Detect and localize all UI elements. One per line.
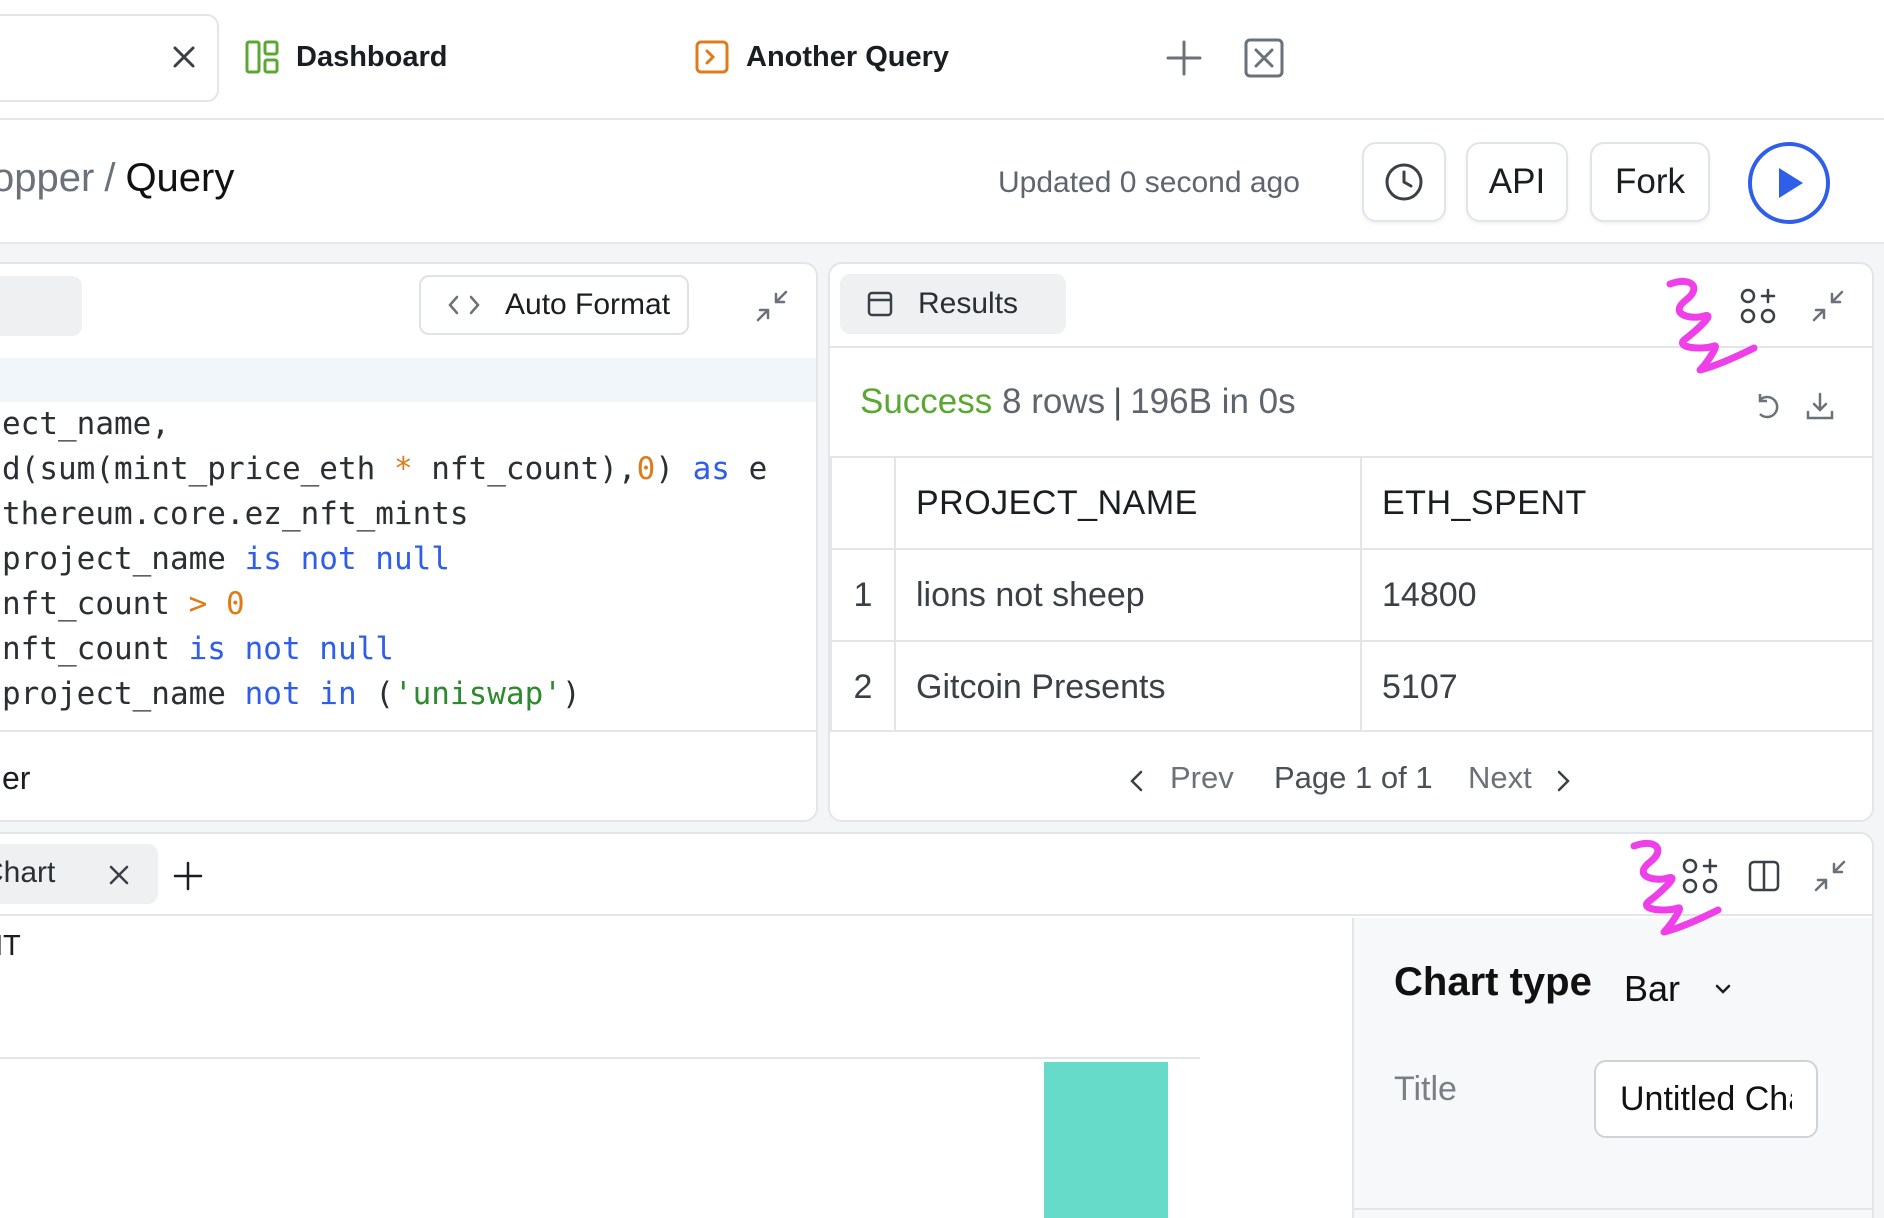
tab-bar: Dashboard Another Query xyxy=(0,0,1884,120)
table-cell[interactable]: 14800 xyxy=(1360,548,1872,642)
chart-area: NT xyxy=(0,918,1352,1218)
download-icon[interactable] xyxy=(1804,390,1836,422)
row-index: 2 xyxy=(830,640,896,734)
column-header[interactable]: ETH_SPENT xyxy=(1360,456,1872,550)
tab-current-query[interactable] xyxy=(0,14,219,102)
page-indicator: Page 1 of 1 xyxy=(1274,760,1433,795)
chart-title-input[interactable] xyxy=(1594,1060,1818,1138)
chevron-down-icon[interactable] xyxy=(1712,978,1734,1000)
results-table: PROJECT_NAME ETH_SPENT 1 lions not sheep… xyxy=(830,456,1872,734)
editor-tab[interactable] xyxy=(0,276,82,336)
code-line: project_name not in ('uniswap') xyxy=(2,676,581,712)
chart-y-label: NT xyxy=(0,930,21,962)
chart-tab-label: Chart xyxy=(0,856,56,889)
column-header[interactable]: PROJECT_NAME xyxy=(894,456,1362,550)
refresh-icon[interactable] xyxy=(1752,390,1784,422)
chevron-right-icon[interactable] xyxy=(1552,768,1574,794)
next-button[interactable]: Next xyxy=(1468,760,1532,796)
results-tab[interactable]: Results xyxy=(840,274,1066,334)
auto-format-label: Auto Format xyxy=(505,288,671,321)
status-rows: 8 rows xyxy=(1002,382,1106,421)
results-tab-label: Results xyxy=(918,287,1019,320)
annotation-squiggle xyxy=(1666,277,1758,374)
status-size: 196B in 0s xyxy=(1130,382,1296,421)
prev-button[interactable]: Prev xyxy=(1170,760,1234,796)
editor-footer-text: er xyxy=(2,760,31,796)
table-cell[interactable]: Gitcoin Presents xyxy=(894,640,1362,734)
chart-config-panel: Chart type Bar Title xyxy=(1352,918,1872,1218)
close-icon[interactable] xyxy=(169,42,199,72)
chevron-left-icon[interactable] xyxy=(1126,768,1148,794)
table-cell[interactable]: lions not sheep xyxy=(894,548,1362,642)
status-success: Success xyxy=(860,382,993,421)
auto-format-button[interactable]: Auto Format xyxy=(419,275,689,335)
code-line: project_name is not null xyxy=(2,541,450,577)
dashboard-icon xyxy=(245,40,279,74)
collapse-icon[interactable] xyxy=(1810,856,1850,896)
bar-chart xyxy=(0,1057,1200,1218)
table-icon xyxy=(867,291,893,317)
chart-title-label: Title xyxy=(1394,1070,1457,1108)
query-status: Success 8 rows | 196B in 0s xyxy=(860,382,1296,422)
split-view-icon[interactable] xyxy=(1744,856,1784,896)
chart-type-select[interactable]: Bar xyxy=(1624,968,1680,1010)
index-header xyxy=(830,456,896,550)
row-index: 1 xyxy=(830,548,896,642)
close-icon[interactable] xyxy=(106,862,132,888)
code-editor[interactable]: ect_name, d(sum(mint_price_eth * nft_coun… xyxy=(2,402,767,717)
annotation-squiggle xyxy=(1630,839,1722,936)
chart-type-label: Chart type xyxy=(1394,960,1592,1004)
table-row[interactable]: 1 lions not sheep 14800 xyxy=(830,548,1872,642)
run-button[interactable] xyxy=(1748,142,1830,224)
tab-another-query[interactable]: Another Query xyxy=(694,30,949,84)
table-cell[interactable]: 5107 xyxy=(1360,640,1872,734)
query-header: opper / Query Updated 0 second ago API For… xyxy=(0,120,1884,244)
editor-panel: Auto Format ect_name, d(sum(mint_price_et… xyxy=(0,262,818,822)
query-icon xyxy=(695,40,729,74)
tab-label: Dashboard xyxy=(296,40,448,73)
plus-icon[interactable] xyxy=(172,860,204,892)
api-button[interactable]: API xyxy=(1466,142,1568,222)
collapse-icon[interactable] xyxy=(752,286,792,326)
page-title: Query xyxy=(125,156,235,200)
close-all-icon[interactable] xyxy=(1242,36,1286,80)
chart-tab[interactable]: Chart xyxy=(0,844,158,904)
chart-tab-bar: Chart xyxy=(0,834,1872,916)
breadcrumb-parent[interactable]: opper xyxy=(0,156,94,200)
breadcrumb: opper / Query xyxy=(0,156,234,201)
code-line: thereum.core.ez_nft_mints xyxy=(2,496,469,532)
chart-panel: Chart NT Chart type Bar Title xyxy=(0,832,1874,1218)
clock-icon xyxy=(1385,163,1423,201)
history-button[interactable] xyxy=(1362,142,1446,222)
divider xyxy=(1354,1208,1872,1210)
code-line: d(sum(mint_price_eth * nft_count),0) as … xyxy=(2,451,768,487)
code-line: nft_count is not null xyxy=(2,631,394,667)
collapse-icon[interactable] xyxy=(1808,286,1848,326)
editor-footer: er xyxy=(0,730,816,820)
pagination: Prev Page 1 of 1 Next xyxy=(830,730,1872,820)
tab-label: Another Query xyxy=(746,40,950,73)
updated-status: Updated 0 second ago xyxy=(998,166,1300,199)
chart-bar[interactable] xyxy=(1044,1062,1168,1218)
table-row[interactable]: 2 Gitcoin Presents 5107 xyxy=(830,640,1872,734)
code-icon xyxy=(448,295,480,315)
code-line: ect_name, xyxy=(2,406,170,442)
play-icon xyxy=(1779,168,1803,198)
code-line: nft_count > 0 xyxy=(2,586,245,622)
table-header-row: PROJECT_NAME ETH_SPENT xyxy=(830,456,1872,550)
breadcrumb-separator: / xyxy=(104,156,116,200)
status-separator: | xyxy=(1113,382,1123,421)
tab-dashboard[interactable]: Dashboard xyxy=(244,30,447,84)
active-line-highlight xyxy=(0,358,816,402)
fork-button[interactable]: Fork xyxy=(1590,142,1710,222)
plus-icon[interactable] xyxy=(1164,38,1204,78)
